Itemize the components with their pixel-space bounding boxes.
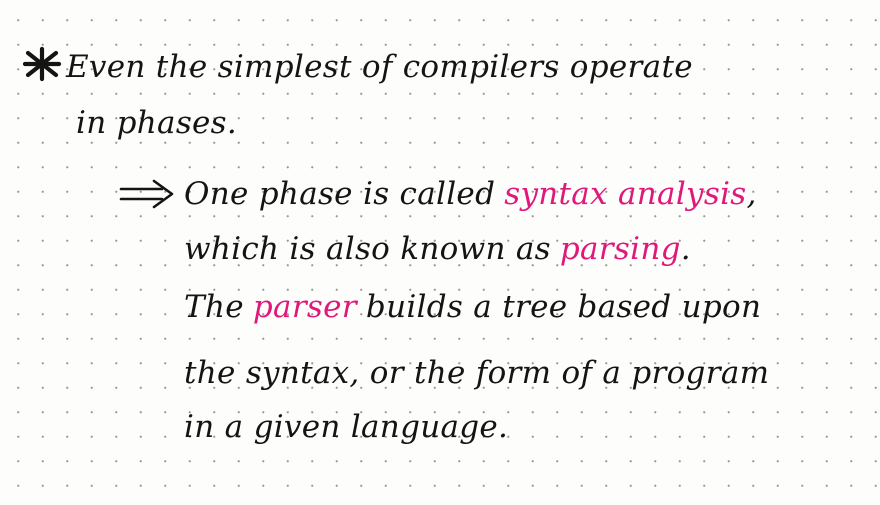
line-4-text: which is also known as	[184, 231, 551, 267]
term-parser: parser	[252, 289, 357, 325]
asterisk-icon	[22, 46, 62, 82]
note-line-7: in a given language.	[184, 409, 509, 445]
double-arrow-icon	[119, 179, 174, 209]
note-line-6: the syntax, or the form of a program	[184, 355, 770, 391]
line-4-punct: .	[680, 231, 691, 267]
term-parsing: parsing	[559, 231, 681, 267]
note-line-1: Even the simplest of compilers operate	[66, 49, 693, 85]
note-line-4: which is also known as parsing.	[184, 229, 691, 269]
line-3-punct: ,	[746, 176, 757, 212]
note-line-5: The parser builds a tree based upon	[184, 287, 761, 327]
note-line-2: in phases.	[76, 105, 238, 141]
line-5-text-b: builds a tree based upon	[365, 289, 762, 325]
term-syntax-analysis: syntax analysis	[504, 176, 747, 212]
line-5-text-a: The	[184, 289, 244, 325]
note-line-3: One phase is called syntax analysis,	[184, 174, 757, 214]
notebook-page: Even the simplest of compilers operate i…	[0, 0, 880, 505]
line-3-text: One phase is called	[184, 176, 496, 212]
